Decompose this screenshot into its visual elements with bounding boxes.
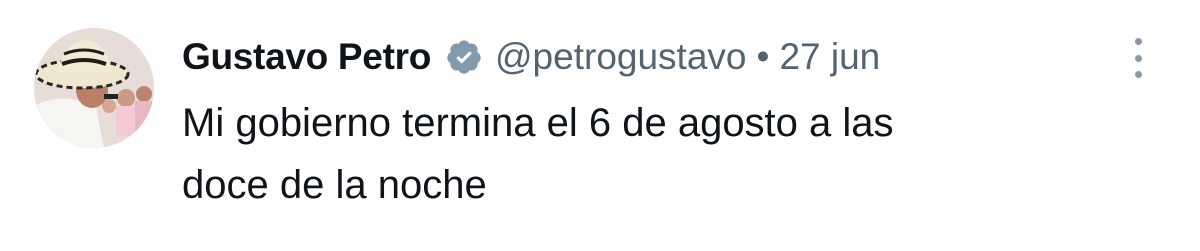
more-dot — [1134, 71, 1142, 78]
more-dot — [1134, 38, 1142, 45]
more-dot — [1134, 54, 1142, 62]
tweet[interactable]: Gustavo Petro @petrogustavo • 27 jun Mi … — [0, 0, 1200, 251]
tweet-date[interactable]: 27 jun — [779, 36, 880, 78]
tweet-text: Mi gobierno termina el 6 de agosto a las… — [182, 101, 894, 207]
more-options-icon[interactable] — [1123, 38, 1153, 78]
separator-dot: • — [756, 36, 770, 77]
author-handle[interactable]: @petrogustavo — [495, 36, 746, 78]
author-name[interactable]: Gustavo Petro — [182, 36, 431, 78]
avatar[interactable] — [34, 28, 154, 148]
tweet-header: Gustavo Petro @petrogustavo • 27 jun — [182, 30, 880, 84]
verified-badge-icon[interactable] — [445, 38, 483, 76]
avatar-image — [34, 28, 154, 148]
